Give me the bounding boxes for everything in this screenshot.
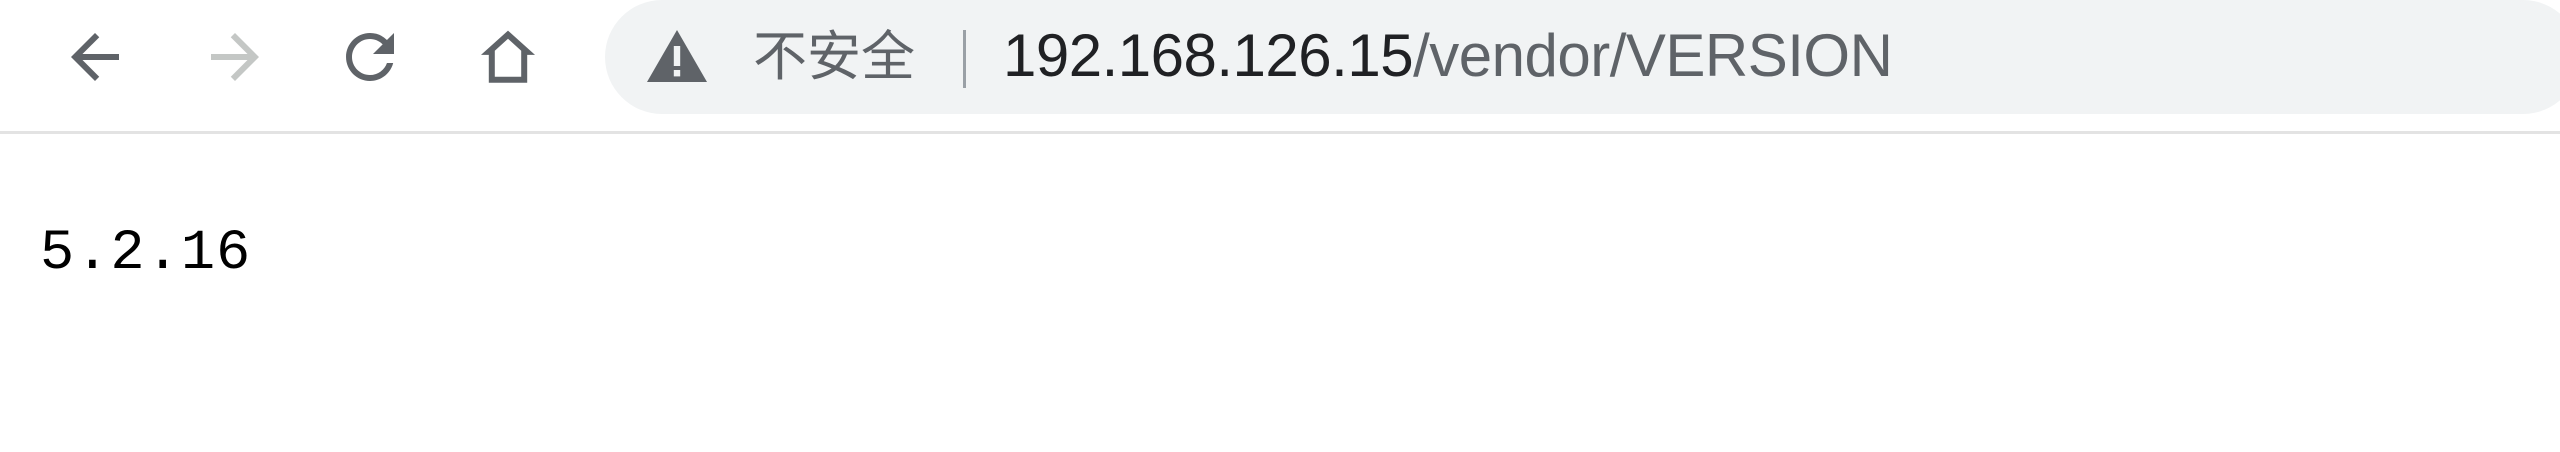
forward-arrow-icon	[199, 21, 271, 93]
url-text[interactable]: 192.168.126.15/vendor/VERSION	[1003, 20, 1893, 92]
back-arrow-icon	[59, 21, 131, 93]
omnibox-divider	[963, 30, 966, 88]
reload-button[interactable]	[330, 17, 410, 97]
back-button[interactable]	[55, 17, 135, 97]
url-path: /vendor/VERSION	[1413, 22, 1893, 89]
url-host: 192.168.126.15	[1003, 22, 1414, 89]
page-content: 5.2.16	[0, 137, 2560, 452]
browser-toolbar: 不安全 192.168.126.15/vendor/VERSION	[0, 0, 2560, 134]
address-bar[interactable]: 不安全 192.168.126.15/vendor/VERSION	[605, 0, 2560, 114]
reload-icon	[334, 21, 406, 93]
security-status-label[interactable]: 不安全	[753, 22, 915, 92]
warning-triangle-icon[interactable]	[645, 28, 709, 84]
forward-button[interactable]	[195, 17, 275, 97]
home-icon	[472, 21, 544, 93]
home-button[interactable]	[468, 17, 548, 97]
version-text: 5.2.16	[40, 222, 252, 286]
